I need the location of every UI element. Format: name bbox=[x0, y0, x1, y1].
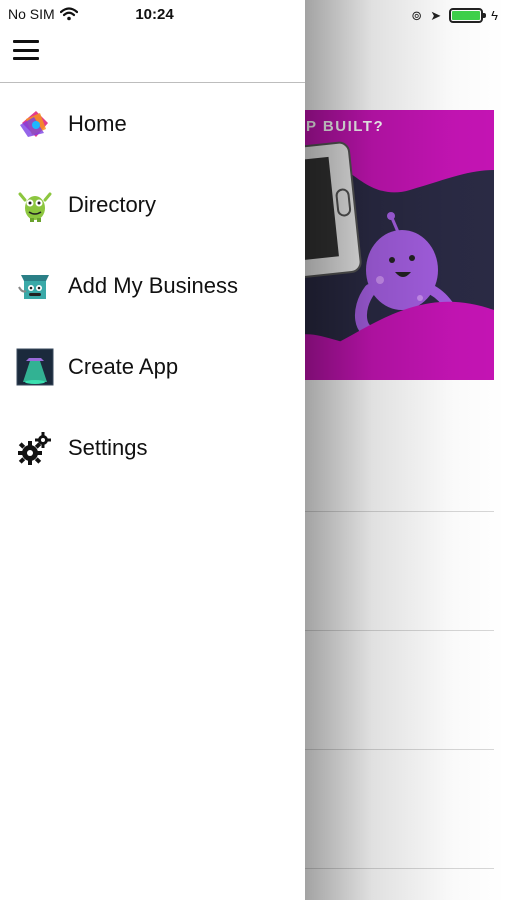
list-divider bbox=[300, 511, 494, 512]
banner-illustration bbox=[300, 141, 494, 380]
status-time: 10:24 bbox=[135, 6, 174, 23]
status-bar-right: ⊚ ➤ ϟ bbox=[411, 5, 498, 25]
settings-icon bbox=[18, 432, 51, 465]
menu-item-add-my-business[interactable]: Add My Business bbox=[0, 246, 305, 326]
list-divider bbox=[300, 749, 494, 750]
navigation-drawer: No SIM 10:24 Home Directory Add My Busin… bbox=[0, 0, 305, 900]
menu-item-label: Add My Business bbox=[68, 273, 238, 298]
orientation-lock-icon: ⊚ bbox=[411, 7, 423, 23]
promo-banner[interactable]: P BUILT? bbox=[300, 110, 494, 380]
menu-item-label: Home bbox=[68, 111, 127, 136]
menu-item-label: Settings bbox=[68, 435, 148, 460]
list-divider bbox=[300, 868, 494, 869]
hamburger-menu-icon[interactable] bbox=[13, 40, 39, 60]
battery-icon bbox=[449, 7, 487, 23]
menu-item-label: Directory bbox=[68, 192, 157, 217]
menu-item-label: Create App bbox=[68, 354, 179, 379]
menu-item-home[interactable]: Home bbox=[0, 84, 305, 164]
directory-icon bbox=[18, 192, 52, 222]
menu-item-create-app[interactable]: Create App bbox=[0, 327, 305, 407]
create-app-icon bbox=[16, 348, 54, 386]
charging-icon: ϟ bbox=[491, 7, 498, 23]
menu-item-settings[interactable]: Settings bbox=[0, 408, 305, 488]
list-divider bbox=[300, 630, 494, 631]
home-icon bbox=[20, 111, 48, 137]
add-business-icon bbox=[18, 275, 49, 299]
location-icon: ➤ bbox=[430, 7, 442, 23]
menu-item-directory[interactable]: Directory bbox=[0, 165, 305, 245]
drawer-header-divider bbox=[0, 82, 305, 83]
